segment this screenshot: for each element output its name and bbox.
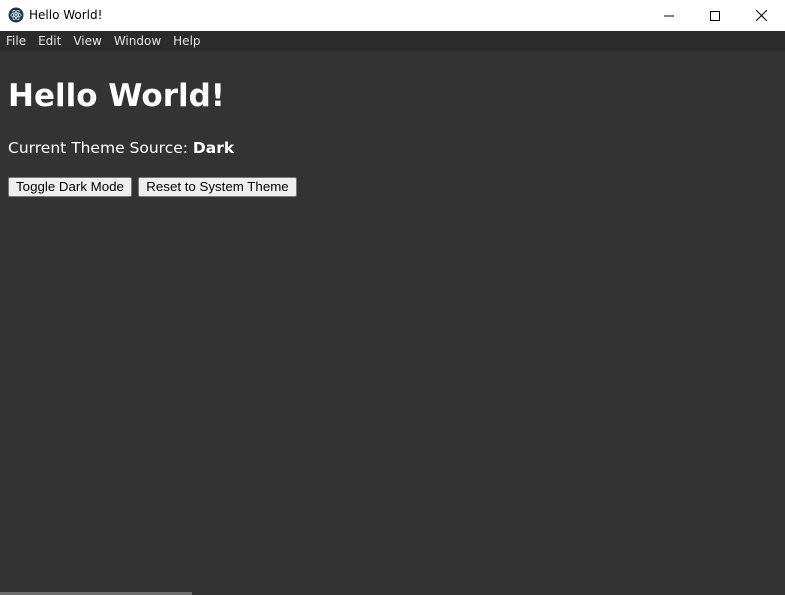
close-icon [755, 10, 767, 21]
menu-bar: File Edit View Window Help [0, 31, 785, 51]
menu-help[interactable]: Help [167, 31, 206, 51]
menu-edit[interactable]: Edit [32, 31, 67, 51]
menu-view[interactable]: View [67, 31, 107, 51]
page-title: Hello World! [8, 78, 225, 114]
menu-window[interactable]: Window [108, 31, 167, 51]
reset-system-theme-button[interactable]: Reset to System Theme [138, 177, 297, 197]
electron-icon [8, 7, 24, 23]
menu-file[interactable]: File [0, 31, 32, 51]
toggle-dark-mode-button[interactable]: Toggle Dark Mode [8, 177, 132, 197]
minimize-button[interactable] [646, 0, 692, 31]
theme-source-value: Dark [192, 139, 235, 157]
maximize-button[interactable] [692, 0, 738, 31]
close-button[interactable] [738, 0, 784, 31]
page-content: Hello World! Current Theme Source: Dark … [0, 51, 785, 595]
theme-source-line: Current Theme Source: Dark [8, 138, 234, 158]
minimize-icon [664, 11, 674, 21]
theme-source-label: Current Theme Source: [8, 139, 193, 157]
window-title: Hello World! [29, 8, 103, 22]
app-window: Hello World! File Edit View Window Help … [0, 0, 785, 595]
title-bar[interactable]: Hello World! [0, 0, 785, 31]
maximize-icon [710, 10, 720, 21]
